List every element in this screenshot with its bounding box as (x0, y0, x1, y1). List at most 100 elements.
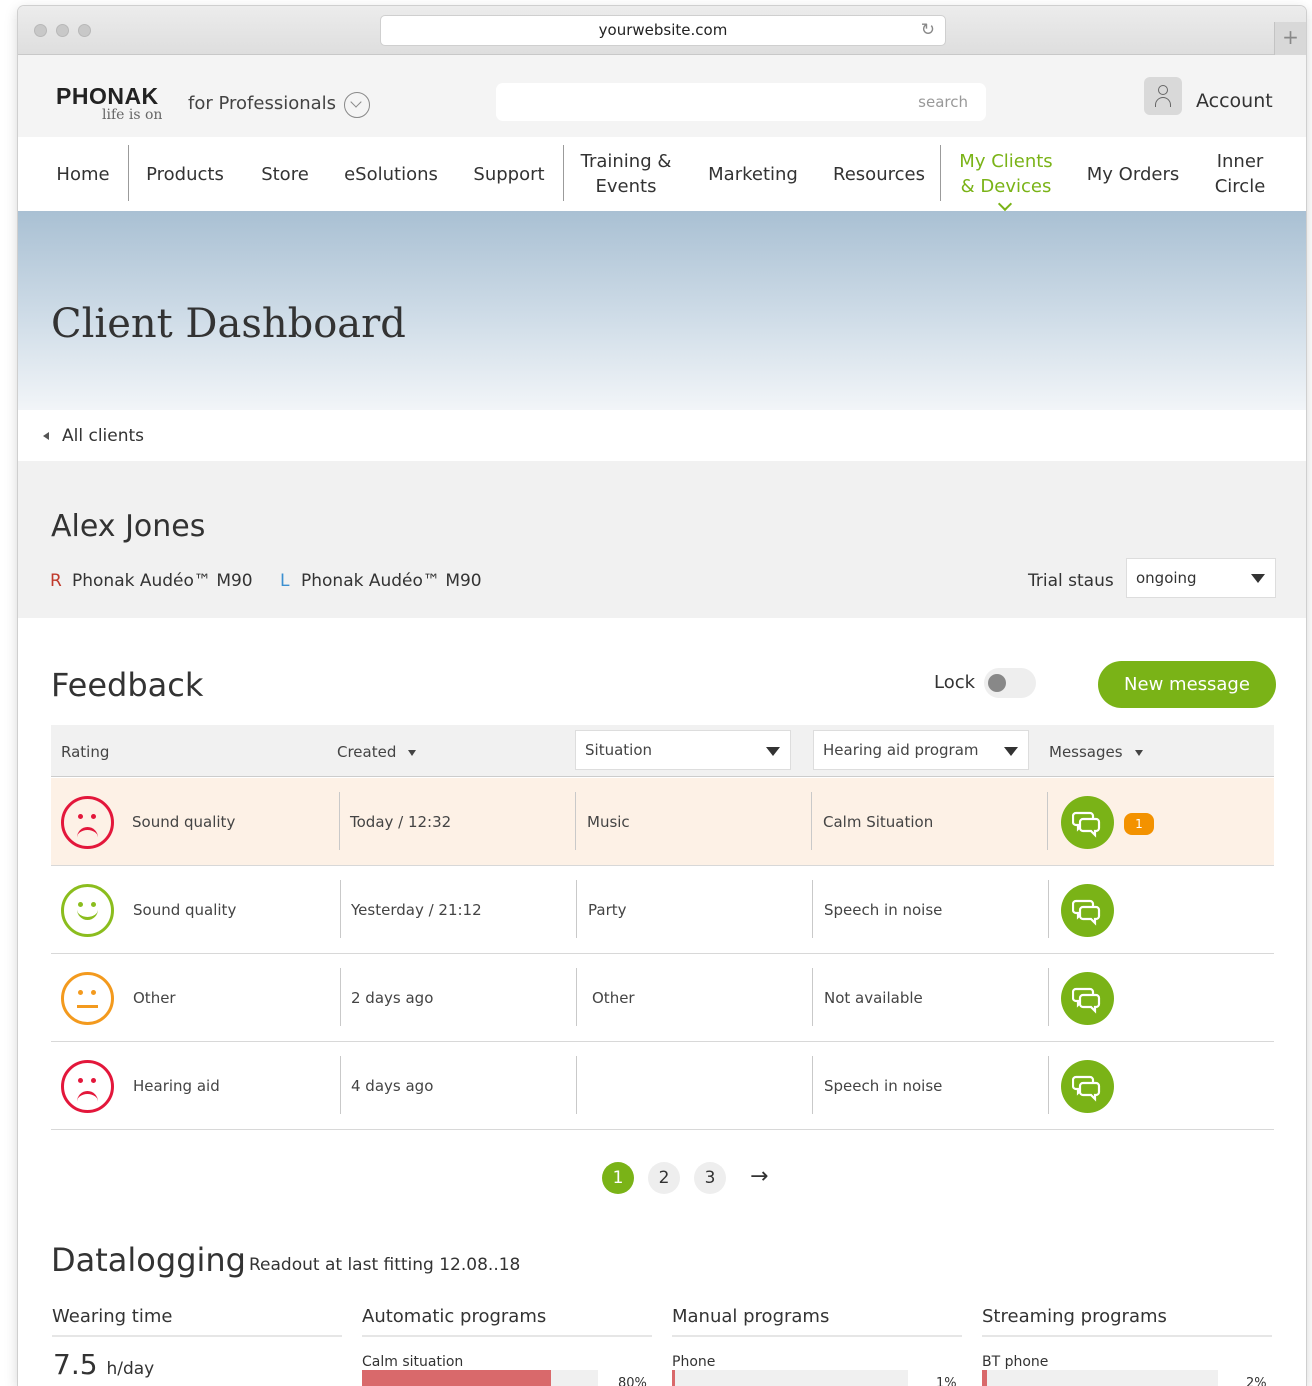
sort-down-icon (1134, 749, 1143, 756)
table-row[interactable]: Other 2 days ago Other Not available (51, 954, 1274, 1042)
account-link[interactable]: Account (1196, 90, 1273, 112)
cell-divider (340, 1056, 341, 1114)
lock-label: Lock (934, 672, 976, 693)
row-program: Calm Situation (823, 813, 934, 831)
nav-store[interactable]: Store (246, 137, 324, 211)
row-created: 4 days ago (351, 1077, 434, 1095)
nav-training-events[interactable]: Training & Events (574, 137, 678, 211)
new-tab-icon[interactable]: + (1274, 22, 1306, 55)
cell-divider (576, 968, 577, 1026)
nav-products[interactable]: Products (138, 137, 232, 211)
back-arrow-icon[interactable] (43, 432, 49, 440)
table-row[interactable]: Hearing aid 4 days ago Speech in noise (51, 1042, 1274, 1130)
cell-divider (576, 1056, 577, 1114)
phonak-logo[interactable]: PHONAK (56, 83, 159, 110)
manual-program-percent: 1% (936, 1376, 957, 1386)
row-rating: Sound quality (133, 901, 237, 919)
row-program: Speech in noise (824, 1077, 943, 1095)
new-message-button[interactable]: New message (1098, 661, 1276, 708)
hero-banner: Client Dashboard (18, 211, 1306, 410)
minimize-window-dot[interactable] (56, 24, 69, 37)
chat-bubbles-icon[interactable] (1061, 1060, 1114, 1113)
table-row[interactable]: Sound quality Today / 12:32 Music Calm S… (51, 778, 1274, 866)
breadcrumb: All clients (18, 410, 1306, 461)
row-rating: Sound quality (132, 813, 236, 831)
nav-divider (128, 145, 129, 201)
close-window-dot[interactable] (34, 24, 47, 37)
table-row[interactable]: Sound quality Yesterday / 21:12 Party Sp… (51, 866, 1274, 954)
next-page-arrow-icon[interactable]: → (750, 1164, 768, 1189)
all-clients-link[interactable]: All clients (62, 426, 144, 446)
neutral-face-icon (61, 972, 114, 1025)
nav-resources[interactable]: Resources (826, 137, 932, 211)
browser-window: yourwebsite.com ↻ + PHONAK life is on fo… (18, 6, 1306, 1386)
browser-chrome: yourwebsite.com ↻ + (18, 6, 1306, 55)
sad-face-icon (61, 796, 114, 849)
row-created: 2 days ago (351, 989, 434, 1007)
datalogging-heading: Datalogging (51, 1241, 246, 1279)
wearing-time-number: 7.5 (53, 1348, 98, 1381)
logo-tagline: life is on (102, 107, 163, 123)
maximize-window-dot[interactable] (78, 24, 91, 37)
col-created-sort[interactable]: Created (337, 743, 417, 761)
wearing-time-value: 7.5 h/day (53, 1348, 154, 1381)
nav-divider (563, 145, 564, 201)
portal-chevron-down-icon[interactable] (344, 92, 370, 118)
row-program: Speech in noise (824, 901, 943, 919)
trial-status-select[interactable]: ongoing (1126, 558, 1276, 598)
cell-divider (1047, 792, 1048, 850)
chat-bubbles-icon[interactable] (1061, 884, 1114, 937)
nav-esolutions[interactable]: eSolutions (336, 137, 446, 211)
automatic-program-percent: 80% (618, 1376, 647, 1386)
manual-program-bar-fill (672, 1370, 675, 1386)
col-messages-sort[interactable]: Messages (1049, 743, 1143, 761)
automatic-program-label: Calm situation (362, 1354, 464, 1370)
dropdown-arrow-icon (766, 747, 780, 756)
trial-status-value: ongoing (1136, 569, 1197, 587)
cell-divider (812, 1056, 813, 1114)
unread-count-badge: 1 (1124, 813, 1154, 835)
row-situation: Party (588, 901, 627, 919)
search-input[interactable] (496, 83, 986, 121)
cell-divider (339, 792, 340, 850)
page-2-button[interactable]: 2 (648, 1162, 680, 1194)
address-bar[interactable]: yourwebsite.com ↻ (380, 15, 946, 46)
main-nav: Home Products Store eSolutions Support T… (18, 137, 1306, 212)
reload-icon[interactable]: ↻ (921, 16, 935, 45)
nav-home[interactable]: Home (40, 137, 126, 211)
row-situation: Other (592, 989, 635, 1007)
cell-divider (811, 792, 812, 850)
sad-face-icon (61, 1060, 114, 1113)
streaming-program-percent: 2% (1246, 1376, 1267, 1386)
situation-filter-select[interactable]: Situation (575, 730, 791, 770)
page-3-button[interactable]: 3 (694, 1162, 726, 1194)
nav-marketing[interactable]: Marketing (698, 137, 808, 211)
sort-down-icon (408, 749, 417, 756)
page-1-button[interactable]: 1 (602, 1162, 634, 1194)
automatic-program-bar-fill (362, 1370, 551, 1386)
cell-divider (812, 968, 813, 1026)
right-ear-tag: R (50, 571, 62, 591)
lock-toggle[interactable] (984, 668, 1036, 698)
manual-programs-panel: Manual programs (672, 1306, 962, 1337)
streaming-program-label: BT phone (982, 1354, 1049, 1370)
site-header: PHONAK life is on for Professionals Acco… (18, 55, 1306, 137)
program-filter-select[interactable]: Hearing aid program (813, 730, 1029, 770)
nav-inner-circle[interactable]: Inner Circle (1198, 137, 1282, 211)
chat-bubbles-icon[interactable] (1061, 972, 1114, 1025)
nav-my-orders[interactable]: My Orders (1080, 137, 1186, 211)
chat-bubbles-icon[interactable] (1061, 796, 1114, 849)
streaming-program-bar-fill (982, 1370, 987, 1386)
automatic-programs-panel: Automatic programs (362, 1306, 652, 1337)
trial-status-label: Trial staus (1028, 571, 1114, 591)
account-user-icon[interactable] (1144, 77, 1182, 115)
nav-support[interactable]: Support (464, 137, 554, 211)
cell-divider (1048, 968, 1049, 1026)
program-filter-label: Hearing aid program (823, 741, 979, 759)
row-rating: Hearing aid (133, 1077, 220, 1095)
left-ear-tag: L (280, 571, 290, 591)
cell-divider (576, 880, 577, 938)
dropdown-arrow-icon (1004, 747, 1018, 756)
col-rating: Rating (61, 743, 110, 761)
manual-program-label: Phone (672, 1354, 716, 1370)
